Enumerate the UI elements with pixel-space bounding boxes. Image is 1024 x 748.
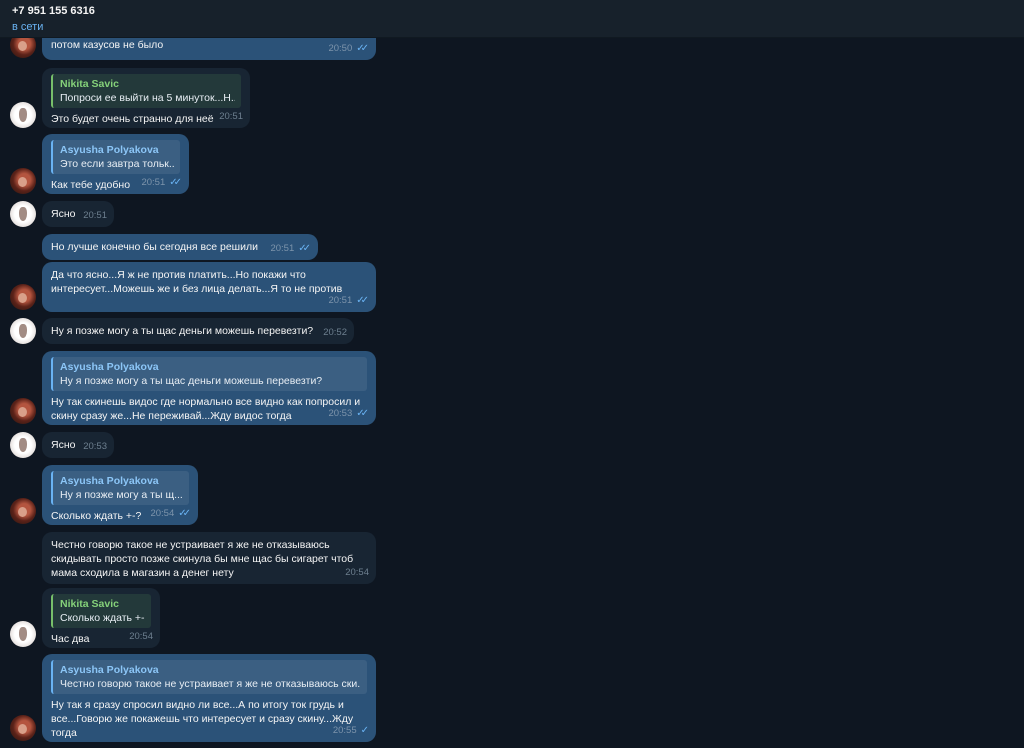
reply-text: Сколько ждать +-? <box>60 612 145 624</box>
avatar[interactable] <box>10 398 36 424</box>
reply-preview[interactable]: Nikita Savic Попроси ее выйти на 5 минут… <box>51 74 241 108</box>
message-meta: 20:52 <box>323 326 347 340</box>
message-meta: 20:51 ✓✓ <box>270 242 311 256</box>
message-meta: 20:54 <box>129 630 153 644</box>
message-meta: 20:50 ✓✓ <box>328 42 369 56</box>
message-text: Да что ясно...Я ж не против платить...Но… <box>51 269 343 295</box>
message-text: Ну так скинешь видос где нормально все в… <box>51 396 361 422</box>
message-time: 20:51 <box>270 243 295 254</box>
avatar[interactable] <box>10 715 36 741</box>
message-text: Ну я позже могу а ты щас деньги можешь п… <box>51 325 314 337</box>
avatar[interactable] <box>10 168 36 194</box>
message-bubble[interactable]: Ясно 20:51 <box>42 201 114 227</box>
avatar[interactable] <box>10 432 36 458</box>
avatar[interactable] <box>10 102 36 128</box>
message-bubble[interactable]: Asyusha Polyakova Честно говорю такое не… <box>42 654 376 742</box>
message-meta: 20:54 ✓✓ <box>150 507 191 521</box>
reply-preview[interactable]: Asyusha Polyakova Ну я позже могу а ты щ… <box>51 357 367 391</box>
message-time: 20:52 <box>323 327 347 338</box>
message-time: 20:50 <box>328 43 353 54</box>
reply-author: Asyusha Polyakova <box>60 361 159 373</box>
avatar[interactable] <box>10 284 36 310</box>
message-meta: 20:51 <box>219 110 243 124</box>
double-check-icon: ✓✓ <box>356 295 369 306</box>
reply-preview[interactable]: Asyusha Polyakova Честно говорю такое не… <box>51 660 367 694</box>
message-time: 20:54 <box>150 508 175 519</box>
avatar[interactable] <box>10 621 36 647</box>
message-bubble[interactable]: Asyusha Polyakova Ну я позже могу а ты щ… <box>42 465 198 525</box>
message-text: потом казусов не было <box>51 39 164 51</box>
message-time: 20:51 <box>141 177 166 188</box>
message-meta: 20:54 <box>345 566 369 580</box>
reply-preview[interactable]: Nikita Savic Сколько ждать +-? <box>51 594 151 628</box>
message-time: 20:51 <box>83 210 107 221</box>
avatar[interactable] <box>10 318 36 344</box>
message-text: Это будет очень странно для неё <box>51 113 214 125</box>
avatar[interactable] <box>10 498 36 524</box>
message-meta: 20:51 ✓✓ <box>328 294 369 308</box>
reply-text: Это если завтра тольк... <box>60 158 174 170</box>
reply-author: Nikita Savic <box>60 78 119 90</box>
single-check-icon: ✓ <box>360 725 369 736</box>
message-bubble[interactable]: Nikita Savic Сколько ждать +-? Час два 2… <box>42 588 160 648</box>
double-check-icon: ✓✓ <box>178 508 191 519</box>
reply-preview[interactable]: Asyusha Polyakova Это если завтра тольк.… <box>51 140 180 174</box>
reply-text: Честно говорю такое не устраивает я же н… <box>60 678 361 690</box>
double-check-icon: ✓✓ <box>356 43 369 54</box>
message-list[interactable]: потом казусов не было 20:50 ✓✓ Nikita Sav… <box>0 38 1024 748</box>
reply-author: Asyusha Polyakova <box>60 475 159 487</box>
message-bubble[interactable]: Asyusha Polyakova Это если завтра тольк.… <box>42 134 189 194</box>
message-bubble[interactable]: Честно говорю такое не устраивает я же н… <box>42 532 376 584</box>
reply-author: Nikita Savic <box>60 598 119 610</box>
message-meta: 20:53 <box>83 440 107 454</box>
message-text: Ну так я сразу спросил видно ли все...А … <box>51 699 354 739</box>
message-text: Честно говорю такое не устраивает я же н… <box>51 539 354 579</box>
reply-author: Asyusha Polyakova <box>60 144 159 156</box>
contact-name[interactable]: +7 951 155 6316 <box>12 4 1012 18</box>
reply-text: Ну я позже могу а ты щ... <box>60 489 183 501</box>
reply-text: Попроси ее выйти на 5 минуток...Н... <box>60 92 235 104</box>
reply-author: Asyusha Polyakova <box>60 664 159 676</box>
reply-preview[interactable]: Asyusha Polyakova Ну я позже могу а ты щ… <box>51 471 189 505</box>
message-meta: 20:51 ✓✓ <box>141 176 182 190</box>
message-time: 20:53 <box>83 441 107 452</box>
chat-header[interactable]: +7 951 155 6316 в сети <box>0 0 1024 38</box>
double-check-icon: ✓✓ <box>356 408 369 419</box>
contact-status: в сети <box>12 21 44 33</box>
message-meta: 20:51 <box>83 209 107 223</box>
message-bubble[interactable]: Asyusha Polyakova Ну я позже могу а ты щ… <box>42 351 376 425</box>
message-time: 20:55 <box>332 725 357 736</box>
double-check-icon: ✓✓ <box>169 177 182 188</box>
message-bubble[interactable]: Ясно 20:53 <box>42 432 114 458</box>
avatar[interactable] <box>10 201 36 227</box>
message-bubble[interactable]: Ну я позже могу а ты щас деньги можешь п… <box>42 318 354 344</box>
message-meta: 20:53 ✓✓ <box>328 407 369 421</box>
message-bubble[interactable]: потом казусов не было 20:50 ✓✓ <box>42 38 376 60</box>
double-check-icon: ✓✓ <box>298 243 311 254</box>
message-meta: 20:55 ✓ <box>333 724 369 738</box>
message-bubble[interactable]: Но лучше конечно бы сегодня все решили 2… <box>42 234 318 260</box>
message-time: 20:51 <box>219 111 243 122</box>
message-time: 20:54 <box>345 567 369 578</box>
message-bubble[interactable]: Да что ясно...Я ж не против платить...Но… <box>42 262 376 312</box>
message-time: 20:53 <box>328 408 353 419</box>
message-time: 20:51 <box>328 295 353 306</box>
message-time: 20:54 <box>129 631 153 642</box>
message-bubble[interactable]: Nikita Savic Попроси ее выйти на 5 минут… <box>42 68 250 128</box>
avatar[interactable] <box>10 38 36 58</box>
reply-text: Ну я позже могу а ты щас деньги можешь п… <box>60 375 323 387</box>
